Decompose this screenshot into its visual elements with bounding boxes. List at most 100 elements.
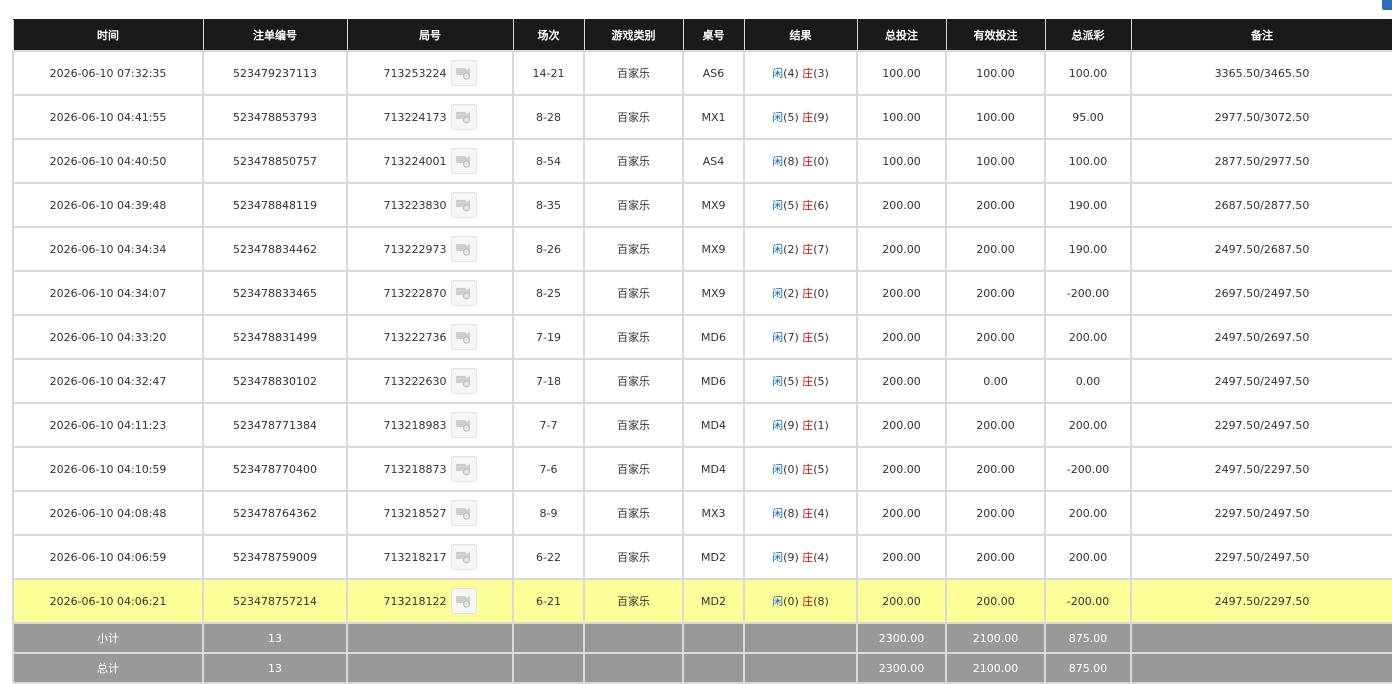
empty-cell	[583, 622, 684, 654]
cell-note: 2497.50/2687.50	[1130, 226, 1392, 272]
result-banker-value: (7)	[813, 243, 829, 256]
video-replay-icon[interactable]	[450, 104, 477, 130]
cell-total-bet[interactable]: 200.00	[856, 402, 947, 448]
cell-time: 2026-06-10 04:40:50	[12, 138, 204, 184]
corner-menu-tab[interactable]	[1382, 0, 1392, 10]
cell-payout: -200.00	[1044, 578, 1132, 624]
video-replay-icon[interactable]	[450, 456, 477, 482]
result-banker-label: 庄	[802, 419, 814, 432]
cell-table: AS6	[682, 50, 745, 96]
cell-session: 8-26	[512, 226, 585, 272]
cell-total-bet[interactable]: 200.00	[856, 446, 947, 492]
cell-total-bet[interactable]: 100.00	[856, 50, 947, 96]
video-replay-icon[interactable]	[450, 588, 477, 614]
col-payout-header: 总派彩	[1044, 19, 1132, 52]
round-number: 713218873	[383, 462, 447, 476]
total-count: 13	[202, 652, 348, 684]
video-replay-icon[interactable]	[450, 148, 477, 174]
cell-total-bet[interactable]: 200.00	[856, 270, 947, 316]
cell-payout: 200.00	[1044, 402, 1132, 448]
cell-session: 8-54	[512, 138, 585, 184]
result-banker-label: 庄	[802, 199, 814, 212]
cell-round: 713223830	[346, 182, 514, 228]
cell-time: 2026-06-10 04:33:20	[12, 314, 204, 360]
empty-cell	[743, 652, 858, 684]
video-replay-icon[interactable]	[450, 368, 477, 394]
table-row: 2026-06-10 04:06:21 523478757214 713218122…	[12, 578, 1392, 624]
result-player-value: (0)	[783, 463, 799, 476]
round-number: 713218983	[383, 418, 447, 432]
cell-result: 闲(9) 庄(4)	[743, 534, 858, 580]
cell-total-bet[interactable]: 200.00	[856, 490, 947, 536]
result-banker-value: (4)	[813, 507, 829, 520]
result-banker-label: 庄	[802, 551, 814, 564]
cell-note: 2497.50/2697.50	[1130, 314, 1392, 360]
cell-note: 2497.50/2297.50	[1130, 578, 1392, 624]
cell-round: 713222630	[346, 358, 514, 404]
cell-game-type: 百家乐	[583, 358, 684, 404]
table-row: 2026-06-10 04:08:48 523478764362 713218527…	[12, 490, 1392, 536]
cell-result: 闲(9) 庄(1)	[743, 402, 858, 448]
cell-valid-bet: 200.00	[945, 490, 1046, 536]
cell-valid-bet: 100.00	[945, 50, 1046, 96]
cell-table: MX9	[682, 182, 745, 228]
cell-total-bet[interactable]: 200.00	[856, 314, 947, 360]
cell-session: 6-21	[512, 578, 585, 624]
cell-valid-bet: 0.00	[945, 358, 1046, 404]
cell-note: 2497.50/2297.50	[1130, 446, 1392, 492]
video-replay-icon[interactable]	[450, 500, 477, 526]
table-row: 2026-06-10 04:06:59 523478759009 713218217…	[12, 534, 1392, 580]
cell-round: 713222870	[346, 270, 514, 316]
video-replay-icon[interactable]	[450, 412, 477, 438]
table-row: 2026-06-10 04:32:47 523478830102 713222630…	[12, 358, 1392, 404]
subtotal-row: 小计 13 2300.00 2100.00 875.00	[12, 622, 1392, 654]
video-replay-icon[interactable]	[450, 544, 477, 570]
cell-table: MD6	[682, 314, 745, 360]
cell-total-bet[interactable]: 200.00	[856, 534, 947, 580]
cell-round: 713218983	[346, 402, 514, 448]
cell-time: 2026-06-10 04:39:48	[12, 182, 204, 228]
result-player-value: (9)	[783, 551, 799, 564]
cell-session: 7-7	[512, 402, 585, 448]
cell-total-bet[interactable]: 200.00	[856, 226, 947, 272]
cell-game-type: 百家乐	[583, 226, 684, 272]
total-bet-sum: 2300.00	[856, 622, 947, 654]
cell-total-bet[interactable]: 200.00	[856, 578, 947, 624]
video-replay-icon[interactable]	[450, 192, 477, 218]
cell-time: 2026-06-10 04:06:21	[12, 578, 204, 624]
cell-result: 闲(2) 庄(7)	[743, 226, 858, 272]
result-player-label: 闲	[772, 463, 784, 476]
video-replay-icon[interactable]	[450, 280, 477, 306]
cell-result: 闲(4) 庄(3)	[743, 50, 858, 96]
cell-total-bet[interactable]: 200.00	[856, 182, 947, 228]
result-player-label: 闲	[772, 551, 784, 564]
cell-time: 2026-06-10 04:10:59	[12, 446, 204, 492]
cell-bet-id: 523478764362	[202, 490, 348, 536]
cell-time: 2026-06-10 04:08:48	[12, 490, 204, 536]
empty-cell	[1130, 622, 1392, 654]
cell-valid-bet: 200.00	[945, 578, 1046, 624]
cell-note: 2697.50/2497.50	[1130, 270, 1392, 316]
cell-bet-id: 523478759009	[202, 534, 348, 580]
cell-total-bet[interactable]: 200.00	[856, 358, 947, 404]
cell-time: 2026-06-10 04:34:07	[12, 270, 204, 316]
cell-game-type: 百家乐	[583, 534, 684, 580]
cell-round: 713218122	[346, 578, 514, 624]
cell-result: 闲(5) 庄(5)	[743, 358, 858, 404]
video-replay-icon[interactable]	[450, 324, 477, 350]
cell-total-bet[interactable]: 100.00	[856, 138, 947, 184]
result-banker-value: (0)	[813, 287, 829, 300]
table-row: 2026-06-10 04:41:55 523478853793 713224173…	[12, 94, 1392, 140]
table-row: 2026-06-10 04:10:59 523478770400 713218873…	[12, 446, 1392, 492]
video-replay-icon[interactable]	[450, 60, 477, 86]
video-replay-icon[interactable]	[450, 236, 477, 262]
result-banker-value: (5)	[813, 375, 829, 388]
result-banker-value: (8)	[813, 595, 829, 608]
cell-time: 2026-06-10 04:06:59	[12, 534, 204, 580]
round-number: 713218217	[383, 550, 447, 564]
result-player-value: (7)	[783, 331, 799, 344]
result-banker-label: 庄	[802, 155, 814, 168]
cell-total-bet[interactable]: 100.00	[856, 94, 947, 140]
cell-time: 2026-06-10 04:11:23	[12, 402, 204, 448]
cell-payout: 200.00	[1044, 534, 1132, 580]
